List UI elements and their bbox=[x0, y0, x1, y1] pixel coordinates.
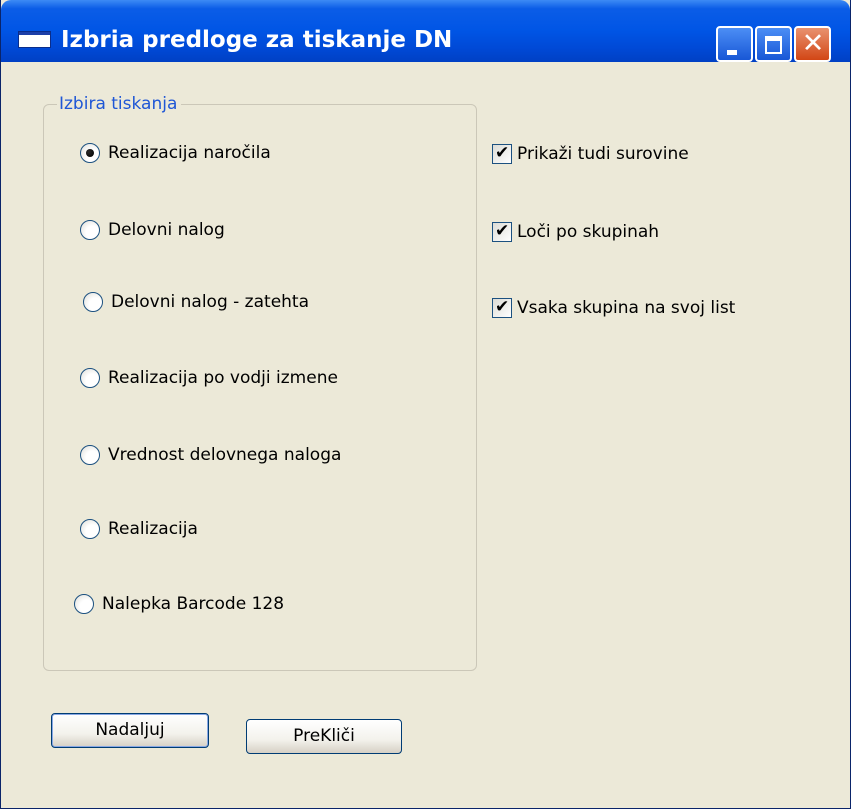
radio-label: Vrednost delovnega naloga bbox=[108, 445, 342, 465]
radio-circle[interactable] bbox=[80, 445, 100, 465]
radio-circle[interactable] bbox=[80, 368, 100, 388]
radio-label: Nalepka Barcode 128 bbox=[102, 594, 285, 614]
checkbox-label: Vsaka skupina na svoj list bbox=[517, 298, 736, 318]
radio-circle[interactable] bbox=[80, 143, 100, 163]
radio-label: Delovni nalog - zatehta bbox=[111, 292, 310, 312]
close-icon: ✕ bbox=[801, 28, 825, 59]
checkbox-label: Loči po skupinah bbox=[517, 222, 660, 242]
minimize-button[interactable] bbox=[716, 26, 753, 62]
cancel-button[interactable]: PreKliči bbox=[246, 719, 402, 754]
radio-circle[interactable] bbox=[83, 292, 103, 312]
checkmark-icon: ✔ bbox=[495, 221, 510, 241]
minimize-icon bbox=[727, 50, 737, 55]
radio-label: Realizacija bbox=[108, 519, 198, 539]
group-legend: Izbira tiskanja bbox=[57, 94, 182, 114]
maximize-button[interactable] bbox=[755, 26, 792, 62]
radio-label: Delovni nalog bbox=[108, 220, 225, 240]
radio-label: Realizacija naročila bbox=[108, 143, 271, 163]
checkmark-icon: ✔ bbox=[495, 297, 510, 317]
dialog-window: Izbria predloge za tiskanje DN ✕ Izbira … bbox=[0, 0, 851, 809]
checkbox-box[interactable]: ✔ bbox=[492, 297, 512, 318]
continue-button[interactable]: Nadaljuj bbox=[51, 713, 209, 748]
window-title: Izbria predloge za tiskanje DN bbox=[61, 27, 453, 53]
radio-label: Realizacija po vodji izmene bbox=[108, 368, 338, 388]
checkbox-label: Prikaži tudi surovine bbox=[517, 144, 689, 164]
radio-circle[interactable] bbox=[74, 594, 94, 614]
maximize-icon bbox=[765, 36, 782, 54]
checkmark-icon: ✔ bbox=[495, 143, 510, 163]
window-app-icon bbox=[18, 31, 51, 48]
radio-selected-dot bbox=[86, 149, 94, 157]
checkbox-box[interactable]: ✔ bbox=[492, 221, 512, 242]
radio-circle[interactable] bbox=[80, 220, 100, 240]
close-button[interactable]: ✕ bbox=[794, 26, 831, 62]
checkbox-box[interactable]: ✔ bbox=[492, 143, 512, 164]
title-bar[interactable]: Izbria predloge za tiskanje DN ✕ bbox=[1, 0, 850, 62]
radio-circle[interactable] bbox=[80, 519, 100, 539]
